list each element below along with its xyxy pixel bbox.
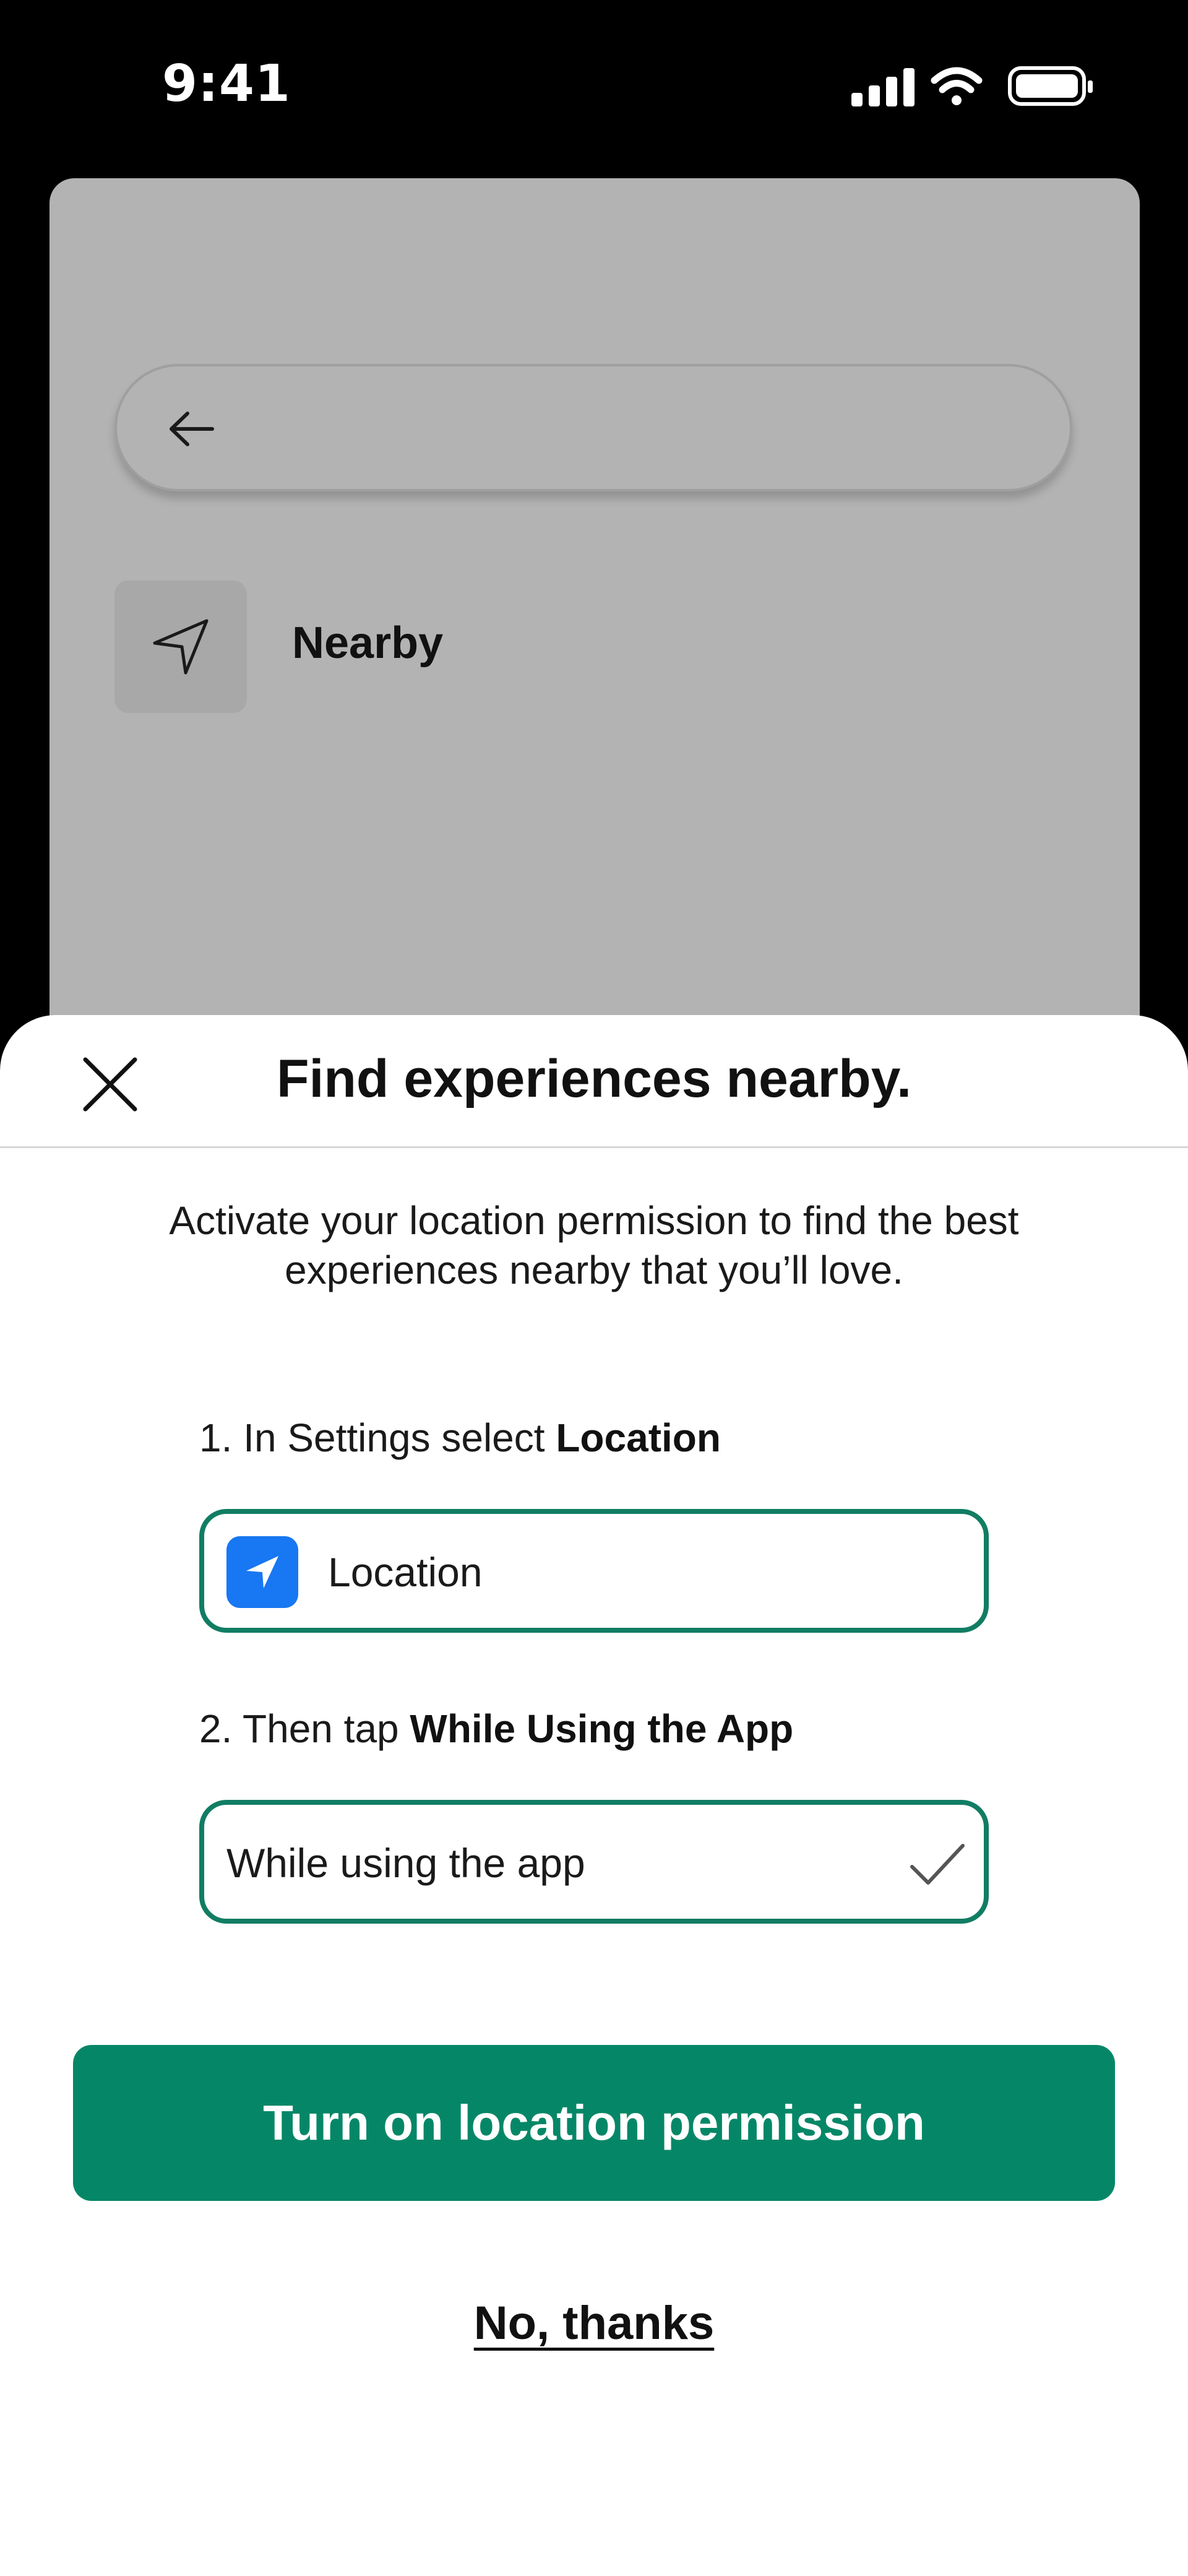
step-1-instruction: 1. In Settings select Location [199,1415,721,1461]
cellular-signal-icon [851,68,915,106]
nearby-icon-tile[interactable] [114,581,247,713]
background-screen: Nearby [50,178,1140,1057]
sheet-description: Activate your location permission to fin… [169,1198,1019,1292]
location-option-label: Location [328,1549,483,1595]
back-arrow-icon[interactable] [166,407,216,451]
nearby-label[interactable]: Nearby [292,618,443,668]
sheet-title: Find experiences nearby. [276,1049,912,1109]
status-icons [848,62,1095,111]
divider [0,1146,1188,1148]
step-2-text: 2. Then tap [199,1706,410,1751]
status-bar: 9:41 [0,0,1188,173]
no-thanks-link[interactable]: No, thanks [0,2296,1188,2350]
location-permission-sheet: Find experiences nearby. Activate your l… [0,1015,1188,2576]
while-using-option[interactable]: While using the app [199,1800,989,1924]
status-time: 9:41 [162,54,291,113]
step-2-bold: While Using the App [410,1706,794,1751]
navigation-arrow-icon [153,619,209,675]
battery-icon [1008,66,1093,106]
location-arrow-icon [226,1536,298,1608]
checkmark-icon [910,1844,965,1885]
search-bar[interactable] [114,364,1072,491]
location-option[interactable]: Location [199,1509,989,1633]
wifi-icon [931,67,983,105]
while-using-option-label: While using the app [226,1840,585,1886]
turn-on-location-button[interactable]: Turn on location permission [73,2045,1115,2201]
step-1-bold: Location [556,1416,721,1460]
step-1-text: 1. In Settings select [199,1416,556,1460]
step-2-instruction: 2. Then tap While Using the App [199,1706,793,1752]
